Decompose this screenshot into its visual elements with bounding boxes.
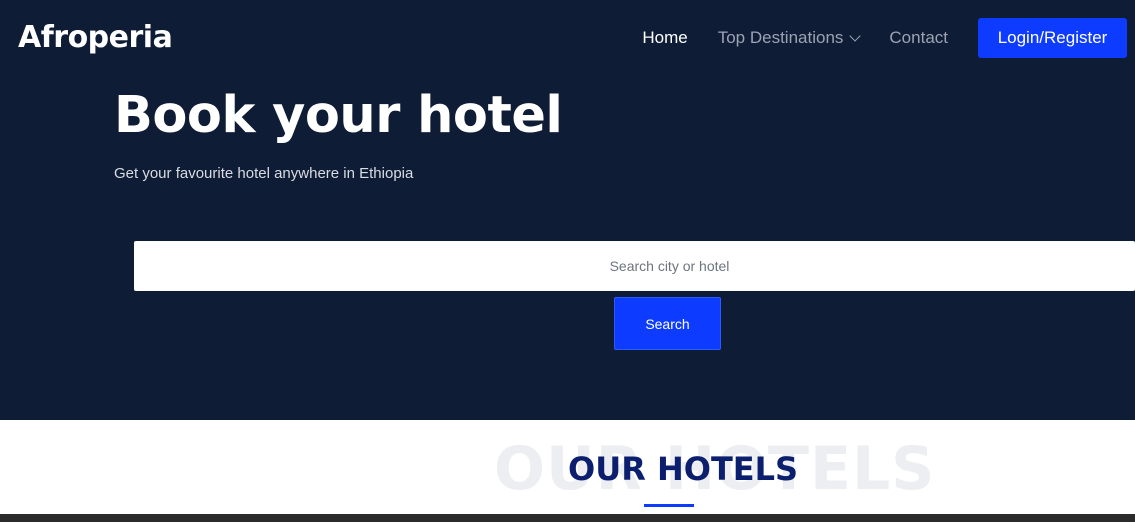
bottom-divider: [0, 514, 1135, 522]
login-register-button[interactable]: Login/Register: [978, 18, 1127, 58]
search-input[interactable]: Search city or hotel: [134, 241, 1135, 291]
chevron-down-icon: [849, 29, 862, 42]
search-input-placeholder: Search city or hotel: [609, 258, 730, 274]
hero-title: Book your hotel: [114, 86, 563, 145]
nav-home[interactable]: Home: [642, 28, 687, 48]
nav-top-destinations-label: Top Destinations: [717, 28, 844, 47]
nav-contact[interactable]: Contact: [889, 28, 948, 48]
section-title: OUR HOTELS: [568, 450, 799, 488]
nav-top-destinations[interactable]: Top Destinations: [717, 28, 862, 48]
hero-section: Afroperia Home Top Destinations Contact …: [0, 0, 1135, 420]
search-button[interactable]: Search: [614, 297, 721, 350]
brand-logo[interactable]: Afroperia: [18, 20, 173, 55]
nav-home-label: Home: [642, 28, 688, 47]
section-title-underline: [644, 504, 694, 507]
main-nav: Home Top Destinations Contact Login/Regi…: [642, 18, 1127, 58]
nav-contact-label: Contact: [889, 28, 948, 47]
hero-subtitle: Get your favourite hotel anywhere in Eth…: [114, 165, 414, 182]
